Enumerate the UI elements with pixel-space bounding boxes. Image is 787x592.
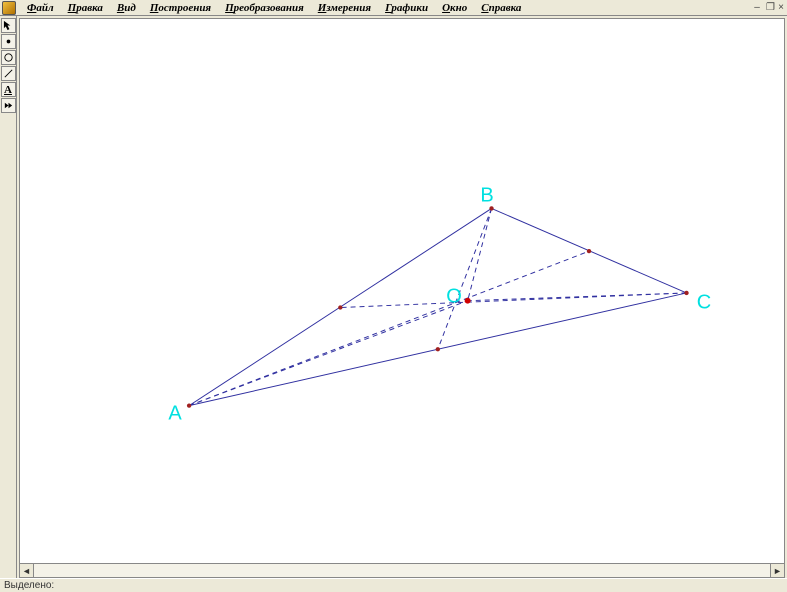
menu-view[interactable]: Вид bbox=[110, 2, 143, 14]
menu-file[interactable]: Файл bbox=[20, 2, 61, 14]
status-bar: Выделено: bbox=[0, 578, 787, 592]
menu-transform[interactable]: Преобразования bbox=[218, 2, 311, 14]
menu-construct[interactable]: Построения bbox=[143, 2, 218, 14]
status-text: Выделено: bbox=[4, 580, 54, 591]
scroll-track[interactable] bbox=[34, 564, 770, 577]
app-icon bbox=[2, 1, 16, 15]
circle-icon bbox=[3, 52, 14, 63]
menu-graph[interactable]: Графики bbox=[378, 2, 435, 14]
circle-tool[interactable] bbox=[1, 50, 16, 65]
menu-measure[interactable]: Измерения bbox=[311, 2, 378, 14]
point-tool[interactable] bbox=[1, 34, 16, 49]
point-icon bbox=[3, 36, 14, 47]
geometry-svg bbox=[20, 19, 784, 563]
play-icon bbox=[3, 100, 14, 111]
window-restore-button[interactable]: ❐ bbox=[763, 2, 775, 13]
line-icon bbox=[3, 68, 14, 79]
text-tool[interactable]: A bbox=[1, 82, 16, 97]
point-label-c[interactable]: C bbox=[697, 292, 711, 315]
tool-palette: A bbox=[0, 16, 17, 578]
menu-window[interactable]: Окно bbox=[435, 2, 474, 14]
arrow-tool[interactable] bbox=[1, 18, 16, 33]
point-label-a[interactable]: A bbox=[168, 403, 181, 426]
scroll-left-arrow-icon[interactable]: ◄ bbox=[20, 564, 34, 577]
point-label-b[interactable]: B bbox=[480, 185, 493, 208]
horizontal-scrollbar[interactable]: ◄ ► bbox=[19, 564, 785, 578]
menu-edit[interactable]: Правка bbox=[61, 2, 110, 14]
point-label-o[interactable]: O bbox=[446, 286, 462, 309]
menu-help[interactable]: Справка bbox=[474, 2, 528, 14]
custom-tool[interactable] bbox=[1, 98, 16, 113]
window-close-button[interactable]: × bbox=[775, 2, 787, 13]
scroll-right-arrow-icon[interactable]: ► bbox=[770, 564, 784, 577]
menu-bar: Файл Правка Вид Построения Преобразовани… bbox=[0, 0, 787, 16]
arrow-icon bbox=[3, 20, 14, 31]
window-minimize-button[interactable]: – bbox=[751, 2, 763, 13]
sketch-canvas[interactable]: A B C O bbox=[19, 18, 785, 564]
line-tool[interactable] bbox=[1, 66, 16, 81]
